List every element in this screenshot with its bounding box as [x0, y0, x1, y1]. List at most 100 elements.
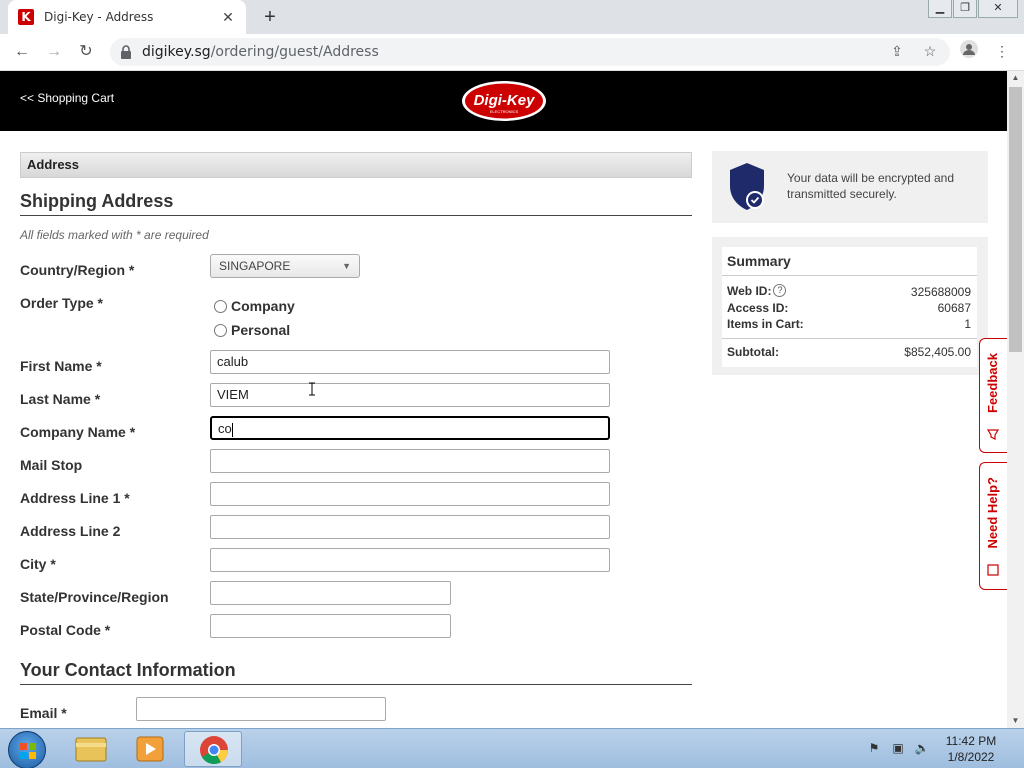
system-clock[interactable]: 11:42 PM 1/8/2022 [940, 733, 1002, 765]
tab-title: Digi-Key - Address [44, 10, 154, 24]
back-arrow-icon[interactable]: ← [10, 40, 34, 64]
postal-code-label: Postal Code * [20, 622, 111, 638]
items-in-cart-label: Items in Cart: [727, 317, 804, 331]
subtotal-value: $852,405.00 [904, 345, 971, 359]
divider [722, 275, 977, 276]
company-radio-label: Company [231, 298, 295, 314]
secure-notice-text: Your data will be encrypted and transmit… [787, 171, 955, 201]
mail-stop-label: Mail Stop [20, 457, 83, 473]
digikey-favicon-icon: K [18, 9, 34, 25]
site-header: << Shopping Cart Digi-Key ELECTRONICS [0, 71, 1007, 131]
country-selected-value: SINGAPORE [219, 259, 291, 273]
svg-text:ELECTRONICS: ELECTRONICS [490, 109, 519, 114]
web-id-label: Web ID:? [727, 284, 787, 298]
divider [722, 338, 977, 339]
state-field[interactable] [210, 581, 451, 605]
page-scrollbar[interactable]: ▲ ▼ [1007, 71, 1024, 728]
web-id-value: 325688009 [910, 285, 971, 299]
scroll-thumb[interactable] [1009, 87, 1022, 352]
order-type-personal-option[interactable]: Personal [214, 322, 290, 338]
order-type-company-option[interactable]: Company [214, 298, 295, 314]
company-name-value: co [218, 421, 232, 436]
url-path: /ordering/guest/Address [210, 44, 379, 60]
scroll-up-arrow-icon[interactable]: ▲ [1007, 71, 1024, 85]
scroll-down-arrow-icon[interactable]: ▼ [1007, 714, 1024, 728]
divider [20, 215, 692, 216]
url-host: digikey.sg [142, 44, 211, 60]
email-label: Email * [20, 705, 67, 721]
feedback-icon [986, 429, 1000, 440]
first-name-label: First Name * [20, 358, 102, 374]
network-icon[interactable]: ▣ [890, 741, 906, 757]
subtotal-label: Subtotal: [727, 345, 779, 359]
need-help-tab[interactable]: Need Help? [979, 462, 1007, 590]
email-field[interactable] [136, 697, 386, 721]
chrome-taskbar-icon[interactable] [184, 731, 242, 767]
text-cursor-icon [309, 382, 315, 396]
state-label: State/Province/Region [20, 589, 169, 605]
browser-toolbar: ← → ↻ digikey.sg/ordering/guest/Address … [0, 34, 1024, 71]
digikey-logo[interactable]: Digi-Key ELECTRONICS [461, 80, 547, 122]
caret-indicator [231, 422, 233, 437]
access-id-label: Access ID: [727, 301, 789, 315]
minimize-button[interactable]: ▁ [928, 0, 952, 18]
feedback-label: Feedback [985, 353, 1000, 413]
shipping-address-heading: Shipping Address [20, 191, 174, 211]
access-id-value: 60687 [937, 301, 971, 315]
clock-date: 1/8/2022 [947, 750, 995, 764]
personal-radio-label: Personal [231, 322, 291, 338]
items-in-cart-value: 1 [964, 317, 971, 331]
svg-text:Digi-Key: Digi-Key [474, 92, 536, 109]
summary-title: Summary [727, 253, 791, 269]
company-radio[interactable] [214, 299, 227, 313]
address-line-1-label: Address Line 1 * [20, 490, 130, 506]
share-icon[interactable]: ⇪ [886, 40, 908, 62]
window-close-button[interactable]: ✕ [978, 0, 1018, 18]
close-tab-icon[interactable]: ✕ [220, 9, 236, 26]
required-fields-note: All fields marked with * are required [20, 228, 209, 242]
new-tab-button[interactable]: + [258, 5, 282, 29]
postal-code-field[interactable] [210, 614, 451, 638]
file-explorer-taskbar-icon[interactable] [62, 731, 120, 767]
browser-tab-bar: K Digi-Key - Address ✕ + ▁ ❐ ✕ [0, 0, 1024, 34]
start-button[interactable] [8, 731, 46, 768]
feedback-tab[interactable]: Feedback [979, 338, 1007, 453]
address-section-bar: Address [20, 152, 692, 178]
forward-arrow-icon[interactable]: → [42, 40, 66, 64]
help-question-icon[interactable]: ? [773, 284, 787, 297]
browser-menu-icon[interactable]: ⋮ [991, 40, 1013, 62]
reload-icon[interactable]: ↻ [74, 40, 98, 64]
shopping-cart-back-link[interactable]: << Shopping Cart [20, 91, 114, 105]
volume-icon[interactable]: 🔈 [914, 741, 930, 757]
address-line-2-field[interactable] [210, 515, 610, 539]
last-name-field[interactable]: VIEM [210, 383, 610, 407]
media-player-taskbar-icon[interactable] [122, 731, 180, 767]
action-center-flag-icon[interactable]: ⚑ [866, 741, 882, 757]
dropdown-caret-icon: ▼ [342, 261, 351, 271]
lock-icon [121, 45, 131, 59]
bookmark-star-icon[interactable]: ☆ [919, 40, 941, 62]
address-line-2-label: Address Line 2 [20, 523, 121, 539]
need-help-label: Need Help? [985, 477, 1000, 549]
restore-button[interactable]: ❐ [953, 0, 977, 18]
city-field[interactable] [210, 548, 610, 572]
last-name-label: Last Name * [20, 391, 101, 407]
address-bar[interactable]: digikey.sg/ordering/guest/Address [110, 38, 950, 66]
first-name-field[interactable]: calub [210, 350, 610, 374]
profile-avatar-icon[interactable] [958, 40, 980, 62]
windows-taskbar: ⚑ ▣ 🔈 11:42 PM 1/8/2022 [0, 728, 1024, 768]
windows-logo-icon [20, 743, 36, 759]
city-label: City * [20, 556, 56, 572]
address-line-1-field[interactable] [210, 482, 610, 506]
contact-info-heading: Your Contact Information [20, 660, 236, 680]
country-select[interactable]: SINGAPORE ▼ [210, 254, 360, 278]
personal-radio[interactable] [214, 323, 227, 337]
chat-icon [987, 564, 999, 576]
shield-check-icon [730, 163, 764, 210]
browser-tab[interactable]: K Digi-Key - Address ✕ [8, 0, 246, 34]
company-name-field[interactable]: co [210, 416, 610, 440]
company-name-label: Company Name * [20, 424, 136, 440]
divider [20, 684, 692, 685]
order-type-label: Order Type * [20, 295, 103, 311]
mail-stop-field[interactable] [210, 449, 610, 473]
